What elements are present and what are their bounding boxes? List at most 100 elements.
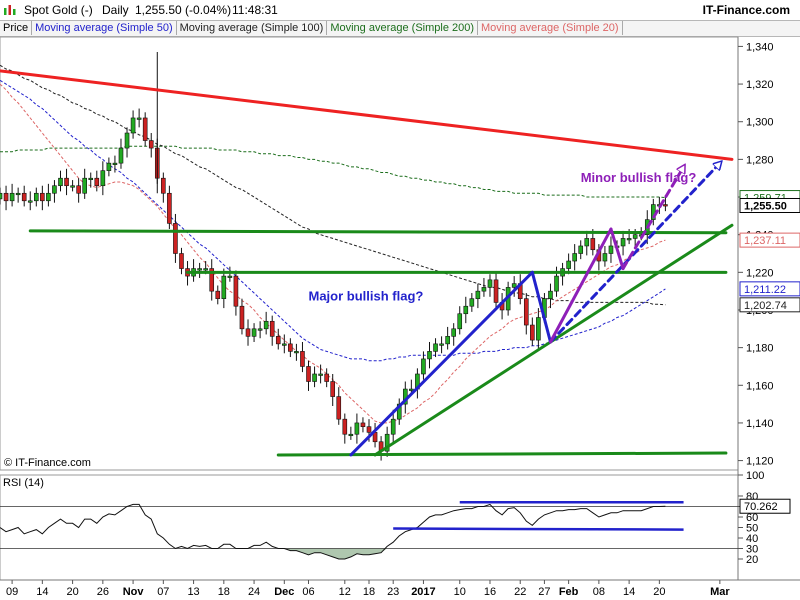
y-tick-label: 1,140	[746, 418, 774, 430]
x-tick-label: 24	[248, 586, 260, 598]
candle-body	[505, 287, 511, 311]
y-tick-label: 1,180	[746, 343, 774, 355]
ma50-line	[0, 79, 666, 362]
candle-body	[487, 279, 493, 288]
candle-body	[209, 268, 215, 292]
candle-body	[124, 132, 130, 149]
candle-body	[263, 320, 269, 330]
legend-item-ma50[interactable]: Moving average (Simple 50)	[32, 21, 177, 35]
price-chart[interactable]: Minor bullish flag? Major bullish flag? © …	[0, 0, 800, 600]
candle-body	[40, 192, 45, 202]
major-flagpole	[349, 270, 534, 457]
x-tick-label: Dec	[274, 586, 294, 598]
candle-body	[554, 275, 559, 292]
candle-body	[221, 275, 227, 299]
legend-item-price[interactable]: Price	[0, 21, 33, 35]
bar-chart-icon	[3, 4, 17, 16]
candle-body	[148, 140, 154, 149]
x-tick-label: Mar	[710, 586, 730, 598]
candle-body	[282, 343, 287, 346]
rsi-label: RSI (14)	[3, 477, 44, 489]
rsi-value-label: 70.262	[744, 501, 778, 513]
candle-body	[288, 343, 293, 352]
candle-body	[421, 358, 426, 375]
price-label: 1,237.11	[744, 235, 786, 247]
candle-body	[590, 238, 596, 251]
annotation-label: Minor bullish flag?	[581, 170, 697, 185]
candle-body	[312, 373, 317, 382]
candle-body	[64, 177, 69, 187]
rsi-y-tick-label: 80	[746, 491, 758, 503]
candle-body	[530, 324, 535, 341]
candle-body	[185, 268, 190, 277]
candle-body	[626, 238, 632, 241]
candle-body	[638, 234, 644, 237]
candle-body	[614, 245, 620, 248]
rsi-y-tick-label: 30	[746, 544, 758, 556]
candle-body	[215, 290, 221, 299]
candle-body	[33, 192, 39, 202]
ma20-line	[0, 83, 666, 424]
candle-body	[342, 418, 348, 435]
candle-body	[427, 351, 432, 360]
candle-body	[27, 200, 33, 203]
main-panel	[0, 36, 739, 471]
candle-body	[475, 290, 481, 299]
price-label-box	[739, 197, 800, 213]
y-tick-label: 1,220	[746, 267, 774, 279]
legend-item-ma200[interactable]: Moving average (Simple 200)	[327, 21, 479, 35]
price-label: 1,255.50	[744, 200, 787, 212]
y-tick-label: 1,160	[746, 380, 774, 392]
x-tick-label: 06	[302, 586, 314, 598]
x-tick-label: 18	[363, 586, 375, 598]
major-flag-down	[530, 270, 552, 344]
candle-body	[9, 192, 15, 202]
candle-body	[578, 245, 584, 254]
rsi-line	[0, 503, 666, 560]
candle-body	[3, 192, 9, 202]
candle-body	[0, 192, 3, 200]
candle-body	[318, 373, 323, 376]
price-label: 1,259.71	[744, 193, 787, 205]
candle-body	[402, 388, 408, 405]
candle-body	[384, 433, 390, 452]
candle-body	[469, 298, 475, 307]
candle-body	[439, 343, 444, 346]
candle-body	[596, 249, 602, 262]
candle-body	[542, 298, 547, 318]
candle-body	[366, 426, 372, 433]
rsi-y-tick-label: 20	[746, 554, 758, 566]
candle-body	[663, 204, 668, 207]
candle-body	[330, 381, 336, 397]
x-tick-label: 14	[623, 586, 635, 598]
candle-body	[548, 290, 553, 299]
x-tick-label: 16	[484, 586, 496, 598]
x-tick-label: 22	[514, 586, 526, 598]
candle-body	[372, 432, 378, 443]
candle-body	[493, 279, 499, 303]
candle-body	[602, 253, 608, 262]
candle-body	[651, 204, 656, 220]
candle-body	[566, 260, 571, 269]
price-label: 1,211.22	[744, 284, 786, 296]
candle-body	[70, 185, 75, 188]
legend-item-ma100[interactable]: Moving average (Simple 100)	[177, 21, 328, 35]
candle-body	[136, 117, 142, 120]
candle-body	[161, 177, 166, 194]
time-label: 11:48:31	[232, 3, 278, 17]
x-tick-label: 23	[387, 586, 399, 598]
rsi-y-tick-label: 100	[746, 470, 764, 482]
candle-body	[360, 422, 366, 428]
y-tick-label: 1,280	[746, 154, 774, 166]
candle-body	[130, 117, 136, 134]
support-line-bottom	[276, 451, 728, 457]
candle-body	[269, 320, 275, 337]
candle-body	[433, 343, 438, 352]
support-line-upper	[28, 229, 728, 235]
candle-body	[233, 275, 239, 307]
candle-body	[584, 238, 590, 247]
candle-body	[251, 328, 257, 337]
y-tick-label: 1,260	[746, 192, 774, 204]
legend-item-ma20[interactable]: Moving average (Simple 20)	[478, 21, 623, 35]
candle-body	[536, 317, 541, 341]
